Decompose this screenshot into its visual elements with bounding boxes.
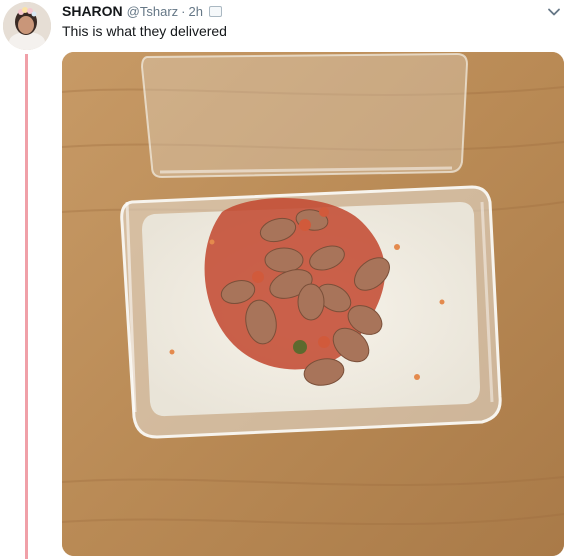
photo-icon [208, 5, 222, 17]
display-name[interactable]: SHARON [62, 3, 123, 19]
tweet-header: SHARON @Tsharz · 2h [62, 2, 222, 20]
food-photo [62, 52, 564, 556]
username-handle[interactable]: @Tsharz [127, 4, 179, 19]
tweet-photo[interactable] [62, 52, 564, 556]
tweet-text: This is what they delivered [62, 23, 227, 39]
separator-dot: · [181, 3, 186, 19]
avatar[interactable] [3, 2, 51, 50]
timestamp[interactable]: 2h [189, 4, 203, 19]
tweet: SHARON @Tsharz · 2h This is what they de… [0, 0, 573, 559]
avatar-image [3, 2, 51, 50]
chevron-down-icon[interactable] [545, 3, 563, 21]
thread-line [25, 54, 28, 559]
